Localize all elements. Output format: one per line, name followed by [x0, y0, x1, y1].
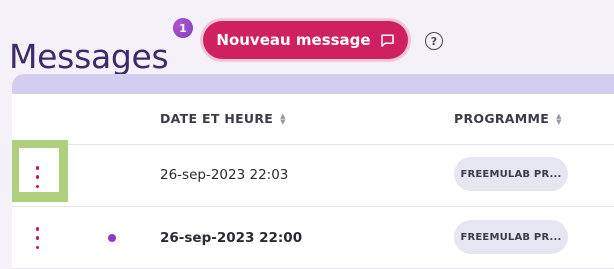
- chat-bubble-icon: [380, 33, 395, 48]
- column-header-program-label: PROGRAMME: [454, 111, 550, 126]
- new-message-button[interactable]: Nouveau message: [203, 21, 408, 59]
- sort-arrows-icon[interactable]: ▲ ▼: [556, 112, 562, 125]
- message-datetime: 26-sep-2023 22:00: [160, 230, 303, 246]
- help-icon[interactable]: ?: [425, 32, 443, 50]
- message-datetime: 26-sep-2023 22:03: [160, 167, 289, 183]
- unread-dot-icon: [108, 234, 116, 242]
- page-title: Messages: [9, 37, 169, 77]
- unread-count-badge: 1: [173, 18, 193, 38]
- column-header-date[interactable]: DATE ET HEURE ▲ ▼: [160, 111, 286, 126]
- table-top-band: [12, 74, 614, 94]
- kebab-menu-icon[interactable]: [32, 166, 43, 188]
- program-badge[interactable]: FREEMULAB PR...: [454, 220, 568, 254]
- messages-table: DATE ET HEURE ▲ ▼ PROGRAMME ▲ ▼ 26-sep-202…: [12, 74, 614, 269]
- table-row[interactable]: 26-sep-2023 22:03 FREEMULAB PR...: [12, 140, 614, 207]
- sort-arrows-icon[interactable]: ▲ ▼: [280, 112, 286, 125]
- column-header-date-label: DATE ET HEURE: [160, 111, 274, 126]
- table-header: DATE ET HEURE ▲ ▼ PROGRAMME ▲ ▼: [12, 94, 614, 145]
- kebab-menu-icon[interactable]: [32, 227, 43, 249]
- new-message-label: Nouveau message: [216, 31, 371, 49]
- table-row[interactable]: 26-sep-2023 22:00 FREEMULAB PR...: [12, 207, 614, 269]
- program-badge[interactable]: FREEMULAB PR...: [454, 157, 568, 191]
- column-header-program[interactable]: PROGRAMME ▲ ▼: [454, 111, 562, 126]
